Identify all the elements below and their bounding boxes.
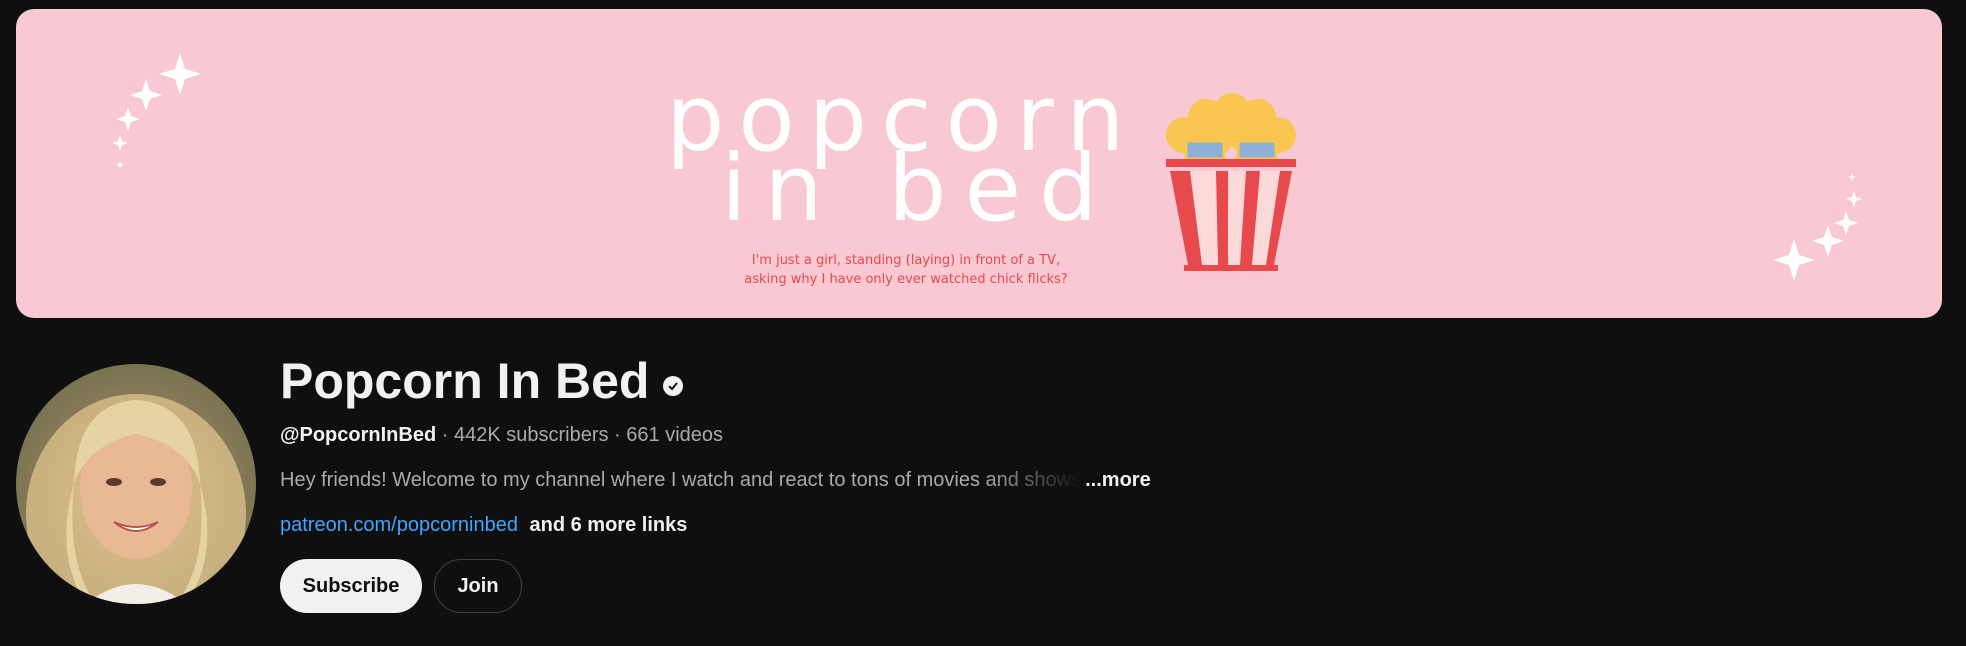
verified-badge-icon [663, 376, 684, 396]
meta-separator: · [436, 424, 454, 446]
popcorn-bucket-icon [1166, 93, 1296, 271]
more-links-button[interactable]: and 6 more links [530, 514, 688, 536]
join-button[interactable]: Join [434, 559, 522, 613]
channel-name-text: Popcorn In Bed [280, 353, 650, 409]
banner-tagline-line2: asking why I have only ever watched chic… [744, 272, 1068, 287]
banner-logo-line2: in bed [721, 135, 1116, 242]
avatar-portrait-icon [26, 394, 246, 604]
banner-tagline-line1: I'm just a girl, standing (laying) in fr… [751, 253, 1061, 268]
channel-links: patreon.com/popcorninbed and 6 more link… [280, 514, 687, 537]
subscriber-count: 442K subscribers [453, 424, 609, 446]
channel-meta: @PopcornInBed · 442K subscribers · 661 v… [280, 424, 723, 447]
patreon-link[interactable]: patreon.com/popcorninbed [280, 514, 518, 536]
description-text: Hey friends! Welcome to my channel where… [280, 469, 1082, 491]
sparkles-icon [1773, 173, 1862, 281]
subscribe-button[interactable]: Subscribe [280, 559, 422, 613]
channel-title: Popcorn In Bed [280, 352, 684, 410]
channel-description[interactable]: Hey friends! Welcome to my channel where… [280, 469, 1151, 492]
meta-separator: · [608, 424, 627, 446]
channel-banner: popcorn in bed I'm just a girl, standing… [16, 9, 1942, 318]
channel-avatar[interactable] [16, 364, 256, 604]
sparkles-icon [112, 53, 201, 169]
video-count: 661 videos [626, 424, 724, 446]
more-button[interactable]: ...more [1085, 469, 1151, 492]
channel-handle: @PopcornInBed [280, 424, 437, 446]
